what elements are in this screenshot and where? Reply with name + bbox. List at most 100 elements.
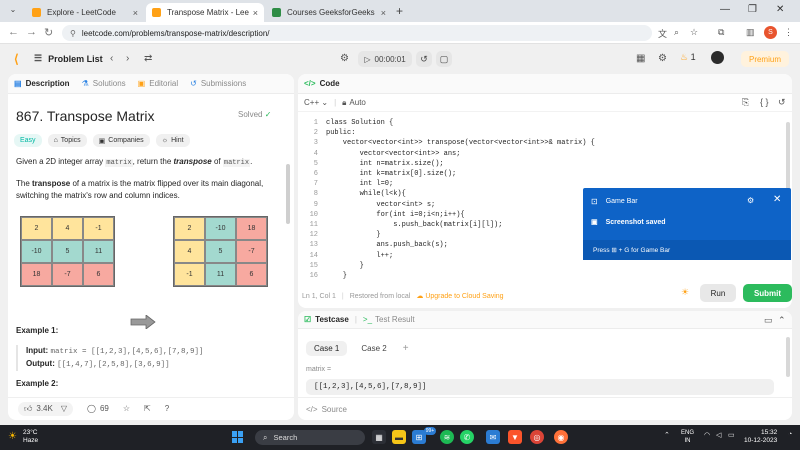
close-tab-icon[interactable]: × bbox=[253, 8, 258, 18]
extensions-icon[interactable]: ⧉ bbox=[718, 27, 724, 38]
hint-badge[interactable]: ☼ Hint bbox=[155, 134, 190, 147]
gamepad-icon: ⊡ bbox=[591, 196, 598, 206]
sidepanel-icon[interactable]: ▥ bbox=[746, 27, 755, 38]
close-window-icon[interactable]: ✕ bbox=[776, 4, 784, 15]
url-input[interactable]: ⚲ leetcode.com/problems/transpose-matrix… bbox=[62, 25, 652, 41]
maximize-icon[interactable]: ❐ bbox=[748, 4, 757, 15]
volume-icon[interactable]: ◁ bbox=[716, 431, 721, 439]
browser-tab-explore[interactable]: Explore - LeetCode × bbox=[26, 3, 144, 22]
auto-mode-label[interactable]: Auto bbox=[349, 98, 365, 107]
language-indicator[interactable]: ENG IN bbox=[681, 429, 694, 445]
task-view-icon[interactable]: ▦ bbox=[372, 430, 386, 444]
tab-description[interactable]: ▤ Description bbox=[14, 79, 70, 88]
forward-icon[interactable]: → bbox=[26, 26, 37, 38]
case-2-tab[interactable]: Case 2 bbox=[353, 341, 394, 356]
file-explorer-icon[interactable]: ▬ bbox=[392, 430, 406, 444]
matrix-cell: 6 bbox=[236, 263, 267, 286]
browser-menu-icon[interactable]: ⋮ bbox=[784, 27, 793, 38]
favorite-star-icon[interactable]: ☆ bbox=[123, 404, 130, 413]
close-icon[interactable]: ✕ bbox=[773, 194, 781, 205]
premium-button[interactable]: Premium bbox=[741, 51, 789, 67]
language-select[interactable]: C++ ⌄ bbox=[304, 98, 328, 107]
source-toggle[interactable]: </> Source bbox=[298, 397, 792, 420]
new-tab-button[interactable]: + bbox=[396, 4, 403, 18]
reset-code-icon[interactable]: ↺ bbox=[778, 97, 786, 108]
emphasis: transpose bbox=[173, 157, 212, 166]
help-icon[interactable]: ? bbox=[165, 404, 169, 413]
problem-list-button[interactable]: ☰ Problem List bbox=[34, 53, 103, 64]
bookmark-star-icon[interactable]: ☆ bbox=[690, 27, 698, 38]
timer[interactable]: ▷ 00:00:01 bbox=[358, 51, 412, 67]
scrollbar[interactable] bbox=[786, 337, 790, 377]
browser-tab-gfg[interactable]: Courses GeeksforGeeks | Intera × bbox=[266, 3, 392, 22]
start-button[interactable] bbox=[232, 431, 244, 443]
firefox-icon[interactable]: ◉ bbox=[554, 430, 568, 444]
case-1-tab[interactable]: Case 1 bbox=[306, 341, 348, 356]
close-tab-icon[interactable]: × bbox=[133, 8, 138, 18]
game-bar-title: Game Bar bbox=[605, 197, 638, 205]
notes-button[interactable]: ▢ bbox=[436, 51, 452, 67]
lang-line-1: ENG bbox=[681, 430, 695, 436]
reload-icon[interactable]: ↻ bbox=[44, 26, 53, 39]
code-text: int k=matrix[0].size(); bbox=[326, 170, 457, 178]
share-icon[interactable]: ⇱ bbox=[144, 404, 151, 413]
tab-test-result[interactable]: >_ Test Result bbox=[363, 315, 415, 324]
shuffle-icon[interactable]: ⇄ bbox=[144, 53, 152, 64]
thumbs-down-icon[interactable]: ▽ bbox=[61, 404, 67, 413]
next-problem-icon[interactable]: › bbox=[126, 53, 129, 64]
notifications-icon[interactable]: ◔ bbox=[788, 431, 792, 438]
tab-solutions[interactable]: ⚗ Solutions bbox=[82, 79, 126, 88]
whatsapp-icon[interactable]: ✆ bbox=[460, 430, 474, 444]
reset-timer-button[interactable]: ↺ bbox=[416, 51, 432, 67]
browser-tab-transpose[interactable]: Transpose Matrix - LeetCode × bbox=[146, 3, 264, 22]
leetcode-logo-icon[interactable]: ⟨ bbox=[14, 52, 19, 66]
spotify-icon[interactable]: ≋ bbox=[440, 430, 454, 444]
profile-avatar[interactable]: S bbox=[764, 26, 777, 39]
gear-icon[interactable]: ⚙ bbox=[747, 196, 754, 205]
chrome-icon[interactable]: ◎ bbox=[530, 430, 544, 444]
streak-counter[interactable]: ♨ 1 bbox=[680, 52, 696, 63]
submit-button[interactable]: Submit bbox=[743, 284, 792, 302]
comments-button[interactable]: ◯ 69 bbox=[87, 404, 109, 413]
taskbar-search[interactable]: ⌕ Search bbox=[255, 430, 365, 445]
bookmark-icon[interactable]: ⎘ bbox=[742, 97, 749, 108]
add-case-icon[interactable]: + bbox=[403, 343, 409, 354]
param-input[interactable]: [[1,2,3],[4,5,6],[7,8,9]] bbox=[306, 379, 774, 395]
tab-search-icon[interactable]: ⌄ bbox=[6, 5, 20, 18]
user-avatar[interactable] bbox=[711, 51, 724, 64]
game-bar-header: ⊡ Game Bar bbox=[583, 188, 791, 214]
brave-icon[interactable]: ▼ bbox=[508, 430, 522, 444]
run-button[interactable]: Run bbox=[700, 284, 736, 302]
tray-overflow-icon[interactable]: ⌃ bbox=[664, 431, 670, 439]
upgrade-link[interactable]: ☁ Upgrade to Cloud Saving bbox=[416, 292, 503, 300]
zoom-icon[interactable]: ⌕ bbox=[674, 27, 679, 38]
prev-problem-icon[interactable]: ‹ bbox=[110, 53, 113, 64]
tab-editorial[interactable]: ▣ Editorial bbox=[138, 79, 178, 88]
minimize-icon[interactable]: — bbox=[720, 4, 730, 15]
scrollbar[interactable] bbox=[286, 164, 290, 224]
expand-icon[interactable]: ▭ bbox=[764, 315, 773, 326]
theme-toggle-icon[interactable]: ☀ bbox=[681, 287, 689, 298]
list-icon: ☰ bbox=[34, 53, 43, 63]
wifi-icon[interactable]: ◠ bbox=[704, 431, 710, 439]
tab-testcase[interactable]: ☑ Testcase bbox=[304, 315, 349, 324]
topics-badge[interactable]: ⌂ Topics bbox=[47, 134, 87, 147]
layout-icon[interactable]: ▦ bbox=[636, 53, 645, 64]
game-bar-notification[interactable]: ⊡ Game Bar ⚙ ✕ ▣ Screenshot saved Press … bbox=[583, 188, 791, 260]
mail-icon[interactable]: ✉ bbox=[486, 430, 500, 444]
close-tab-icon[interactable]: × bbox=[381, 8, 386, 18]
collapse-icon[interactable]: ⌃ bbox=[778, 315, 786, 326]
companies-badge[interactable]: ▣ Companies bbox=[92, 134, 150, 147]
tab-submissions[interactable]: ↺ Submissions bbox=[190, 79, 246, 88]
battery-icon[interactable]: ▭ bbox=[728, 431, 735, 439]
debug-icon[interactable]: ⚙ bbox=[340, 53, 349, 64]
site-info-icon[interactable]: ⚲ bbox=[70, 29, 76, 38]
back-icon[interactable]: ← bbox=[8, 26, 19, 38]
code-text: int l=0; bbox=[326, 180, 394, 189]
clock[interactable]: 15:32 10-12-2023 bbox=[744, 429, 777, 445]
format-braces-icon[interactable]: { } bbox=[760, 97, 769, 107]
translate-icon[interactable]: 文 bbox=[658, 27, 667, 40]
settings-icon[interactable]: ⚙ bbox=[658, 53, 667, 64]
like-button[interactable]: 👍︎ 3.4K ▽ bbox=[18, 401, 73, 416]
weather-widget[interactable]: ☀ 23°C Haze bbox=[8, 429, 38, 445]
